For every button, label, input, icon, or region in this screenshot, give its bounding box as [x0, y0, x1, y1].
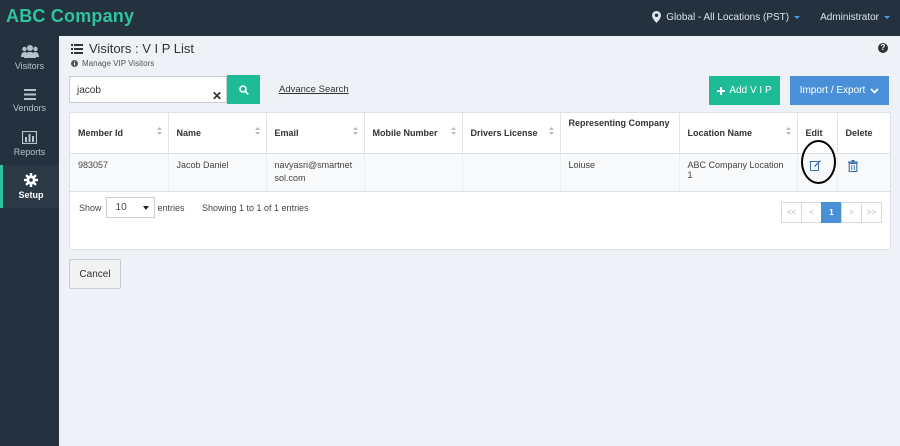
table-row: 983057 Jacob Daniel navyasri@smartnetsol…	[70, 153, 890, 192]
pagination: << < 1 > >>	[781, 202, 882, 223]
column-header-representing-company[interactable]: Representing Company	[560, 113, 680, 154]
chevron-down-icon	[794, 15, 801, 19]
gear-icon	[24, 173, 38, 187]
import-export-button[interactable]: Import / Export	[790, 76, 889, 105]
vip-table: Member Id Name Email Mobile Number Drive…	[70, 113, 890, 192]
sidebar-item-reports[interactable]: Reports	[0, 122, 59, 165]
sort-icon	[254, 127, 260, 135]
cell-representing-company: Loiuse	[560, 153, 680, 192]
chevron-down-icon	[884, 15, 890, 19]
sidebar-item-visitors[interactable]: Visitors	[0, 36, 59, 79]
sidebar-item-label: Visitors	[14, 61, 45, 71]
column-header-drivers-license[interactable]: Drivers License	[462, 113, 561, 154]
add-vip-label: Add V I P	[729, 85, 772, 96]
column-header-label: Name	[176, 128, 202, 138]
cell-location-name: ABC Company Location 1	[679, 153, 798, 192]
plus-icon	[717, 86, 726, 95]
pagination-prev[interactable]: <	[801, 202, 822, 223]
sort-icon	[156, 127, 162, 135]
vip-table-panel: Member Id Name Email Mobile Number Drive…	[69, 112, 891, 250]
show-label: Show	[79, 202, 102, 213]
page-size-select[interactable]: 10	[105, 197, 155, 218]
sidebar-item-label: Vendors	[12, 102, 47, 113]
pagination-next[interactable]: >	[841, 202, 862, 223]
pagination-first[interactable]: <<	[781, 202, 802, 223]
chevron-down-icon	[870, 87, 879, 94]
sidebar-item-setup[interactable]: Setup	[0, 165, 59, 208]
cancel-button[interactable]: Cancel	[69, 259, 121, 289]
column-header-label: Location Name	[687, 128, 753, 138]
page-subtitle-text: Manage VIP Visitors	[82, 59, 155, 68]
cell-drivers-license	[462, 153, 561, 192]
entries-label: entries	[157, 202, 185, 213]
search-button[interactable]	[227, 75, 260, 104]
cell-member-id: 983057	[70, 153, 169, 192]
column-header-delete: Delete	[837, 113, 890, 154]
column-header-label: Email	[274, 128, 299, 138]
page-size-value: 10	[115, 202, 127, 213]
column-header-email[interactable]: Email	[266, 113, 365, 154]
sort-icon	[450, 127, 456, 135]
search-input-value: jacob	[77, 85, 101, 96]
cell-email: navyasri@smartnetsol.com	[266, 153, 365, 192]
bar-chart-icon	[22, 130, 37, 144]
cell-delete	[837, 153, 890, 192]
column-header-name[interactable]: Name	[168, 113, 267, 154]
pagination-last[interactable]: >>	[861, 202, 882, 223]
sidebar-item-vendors[interactable]: Vendors	[0, 79, 59, 122]
main-content: Visitors : V I P List Manage VIP Visitor…	[59, 36, 900, 446]
help-icon[interactable]: ?	[878, 43, 888, 53]
column-header-label: Delete	[845, 128, 873, 138]
table-info: Showing 1 to 1 of 1 entries	[202, 203, 309, 213]
trash-icon[interactable]	[847, 160, 858, 173]
clear-icon[interactable]: ✕	[212, 83, 222, 110]
column-header-label: Member Id	[78, 128, 124, 138]
page-title-text: Visitors : V I P List	[89, 41, 195, 56]
info-icon	[71, 60, 78, 67]
location-label: Global - All Locations (PST)	[666, 11, 790, 23]
column-header-label: Representing Company	[568, 118, 670, 128]
map-marker-icon	[652, 11, 662, 23]
column-header-mobile-number[interactable]: Mobile Number	[364, 113, 463, 154]
brand-logo-text[interactable]: ABC Company	[6, 6, 134, 27]
location-selector[interactable]: Global - All Locations (PST)	[652, 11, 801, 23]
cell-name: Jacob Daniel	[168, 153, 267, 192]
column-header-label: Edit	[805, 128, 823, 138]
list-icon	[23, 88, 36, 100]
add-vip-button[interactable]: Add V I P	[709, 76, 780, 105]
advance-search-link[interactable]: Advance Search	[279, 84, 349, 95]
chevron-down-icon	[142, 205, 149, 210]
sort-icon	[785, 127, 791, 135]
column-header-label: Drivers License	[470, 128, 538, 138]
import-export-label: Import / Export	[799, 85, 866, 96]
sidebar: Visitors Vendors Reports Setup	[0, 36, 59, 446]
top-bar: ABC Company Global - All Locations (PST)…	[0, 0, 900, 36]
page-size-control: Show 10 entries	[79, 197, 185, 218]
table-header-row: Member Id Name Email Mobile Number Drive…	[70, 113, 890, 154]
search-icon	[238, 84, 249, 95]
list-icon	[71, 43, 83, 54]
search-input[interactable]: jacob ✕	[69, 76, 227, 103]
user-menu[interactable]: Administrator	[820, 12, 890, 23]
page-subtitle: Manage VIP Visitors	[71, 59, 154, 68]
cell-mobile-number	[364, 153, 463, 192]
column-header-label: Mobile Number	[372, 128, 438, 138]
page-title: Visitors : V I P List	[71, 41, 194, 56]
search-bar: jacob ✕	[69, 75, 260, 105]
annotation-circle	[801, 140, 836, 184]
sidebar-item-label: Reports	[13, 146, 46, 157]
users-icon	[20, 45, 39, 58]
sort-icon	[352, 127, 358, 135]
sidebar-item-label: Setup	[18, 190, 44, 200]
column-header-member-id[interactable]: Member Id	[70, 113, 169, 154]
user-name: Administrator	[820, 11, 879, 23]
pagination-page-1[interactable]: 1	[821, 202, 842, 223]
sort-icon	[548, 127, 554, 135]
column-header-location-name[interactable]: Location Name	[679, 113, 798, 154]
